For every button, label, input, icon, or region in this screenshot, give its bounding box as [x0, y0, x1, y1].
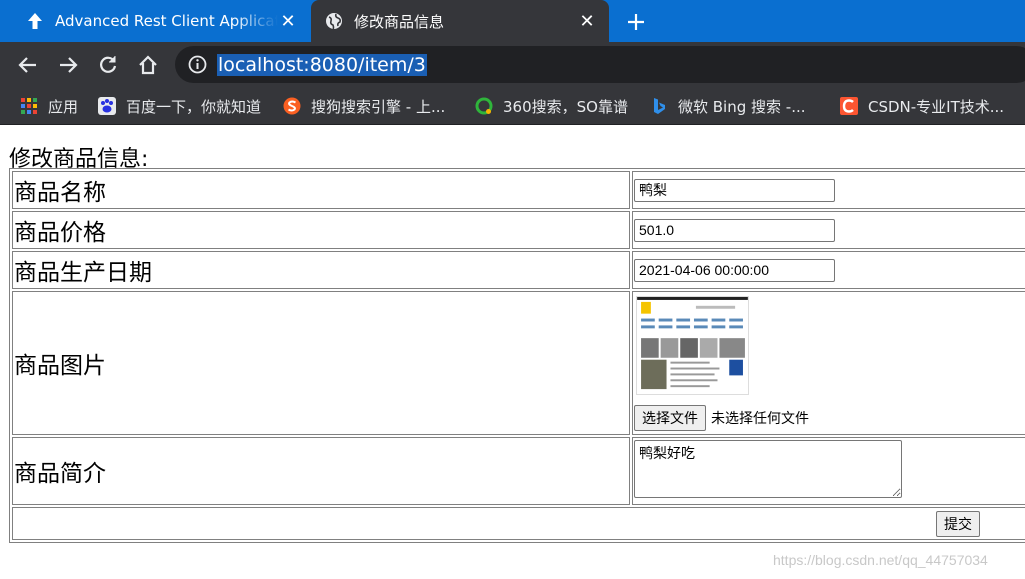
item-name-cell [632, 171, 1025, 209]
item-description-label: 商品简介 [12, 437, 630, 505]
form-row-date: 商品生产日期 [12, 251, 1025, 289]
tab-title: 修改商品信息 [354, 12, 445, 31]
edit-item-form-table: 商品名称 商品价格 商品生产日期 商品图片 [9, 168, 1025, 543]
close-icon[interactable]: ✕ [577, 11, 597, 32]
file-status-text: 未选择任何文件 [711, 410, 809, 426]
forward-arrow-icon[interactable] [53, 50, 83, 80]
home-icon[interactable] [133, 50, 163, 80]
bookmark-label: 百度一下，你就知道 [126, 97, 262, 116]
submit-cell: 提交 [12, 507, 1025, 540]
back-arrow-icon[interactable] [13, 50, 43, 80]
so360-icon [475, 97, 493, 115]
bookmark-360[interactable]: 360搜索，SO靠谱 [475, 95, 628, 117]
bookmark-apps[interactable]: 应用 [20, 95, 78, 117]
item-name-input[interactable] [634, 178, 835, 202]
reload-icon[interactable] [93, 50, 123, 80]
item-price-label: 商品价格 [12, 211, 630, 249]
tab-title: Advanced Rest Client Application [55, 12, 278, 30]
form-row-image: 商品图片 选择文件 未选择任何文件 [12, 291, 1025, 435]
item-image-thumbnail [636, 296, 749, 395]
item-date-cell [632, 251, 1025, 289]
tab-strip: Advanced Rest Client Application ✕ 修改商品信… [0, 0, 1025, 42]
item-name-label: 商品名称 [12, 171, 630, 209]
bookmark-csdn[interactable]: CSDN-专业IT技术... [840, 95, 1004, 117]
browser-toolbar: localhost:8080/item/3 [0, 42, 1025, 87]
item-description-cell: 鸭梨好吃 [632, 437, 1025, 505]
form-row-name: 商品名称 [12, 171, 1025, 209]
form-row-description: 商品简介 鸭梨好吃 [12, 437, 1025, 505]
csdn-icon [840, 97, 858, 115]
bing-icon [654, 98, 665, 114]
bookmark-label: 搜狗搜索引擎 - 上... [311, 97, 446, 116]
submit-button[interactable]: 提交 [936, 511, 980, 537]
globe-icon [324, 11, 344, 31]
item-price-cell [632, 211, 1025, 249]
item-image-label: 商品图片 [12, 291, 630, 435]
form-row-submit: 提交 [12, 507, 1025, 540]
bookmark-sogou[interactable]: 搜狗搜索引擎 - 上... [283, 95, 445, 117]
bookmark-label: 应用 [48, 97, 79, 116]
info-icon[interactable] [188, 55, 207, 74]
bookmark-label: CSDN-专业IT技术... [868, 97, 1005, 116]
tab-advanced-rest-client[interactable]: Advanced Rest Client Application ✕ [12, 0, 310, 42]
baidu-paw-icon [98, 97, 116, 115]
apps-grid-icon [21, 98, 37, 114]
new-tab-plus-icon[interactable] [622, 8, 650, 36]
arc-arrow-icon [25, 11, 45, 31]
item-description-textarea[interactable]: 鸭梨好吃 [634, 440, 902, 498]
file-upload-row: 选择文件 未选择任何文件 [634, 405, 1025, 431]
item-image-cell: 选择文件 未选择任何文件 [632, 291, 1025, 435]
form-row-price: 商品价格 [12, 211, 1025, 249]
csdn-watermark: https://blog.csdn.net/qq_44757034 [773, 552, 988, 568]
bookmark-baidu[interactable]: 百度一下，你就知道 [98, 95, 261, 117]
tab-edit-item[interactable]: 修改商品信息 ✕ [311, 0, 609, 42]
choose-file-button[interactable]: 选择文件 [634, 405, 706, 431]
sogou-icon [283, 97, 301, 115]
item-date-label: 商品生产日期 [12, 251, 630, 289]
bookmark-bing[interactable]: 微软 Bing 搜索 -... [650, 95, 806, 117]
item-date-input[interactable] [634, 258, 835, 282]
bookmark-label: 360搜索，SO靠谱 [503, 97, 628, 116]
bookmark-label: 微软 Bing 搜索 -... [678, 97, 806, 116]
close-icon[interactable]: ✕ [278, 11, 298, 32]
item-price-input[interactable] [634, 218, 835, 242]
page-content: 修改商品信息: 商品名称 商品价格 商品生产日期 商品图片 [0, 128, 1025, 579]
bookmarks-bar: 应用 百度一下，你就知道 搜狗搜索引擎 - 上... 360搜索，SO靠谱 微软… [0, 87, 1025, 125]
url-text[interactable]: localhost:8080/item/3 [217, 54, 427, 76]
address-bar[interactable]: localhost:8080/item/3 [175, 46, 1025, 83]
